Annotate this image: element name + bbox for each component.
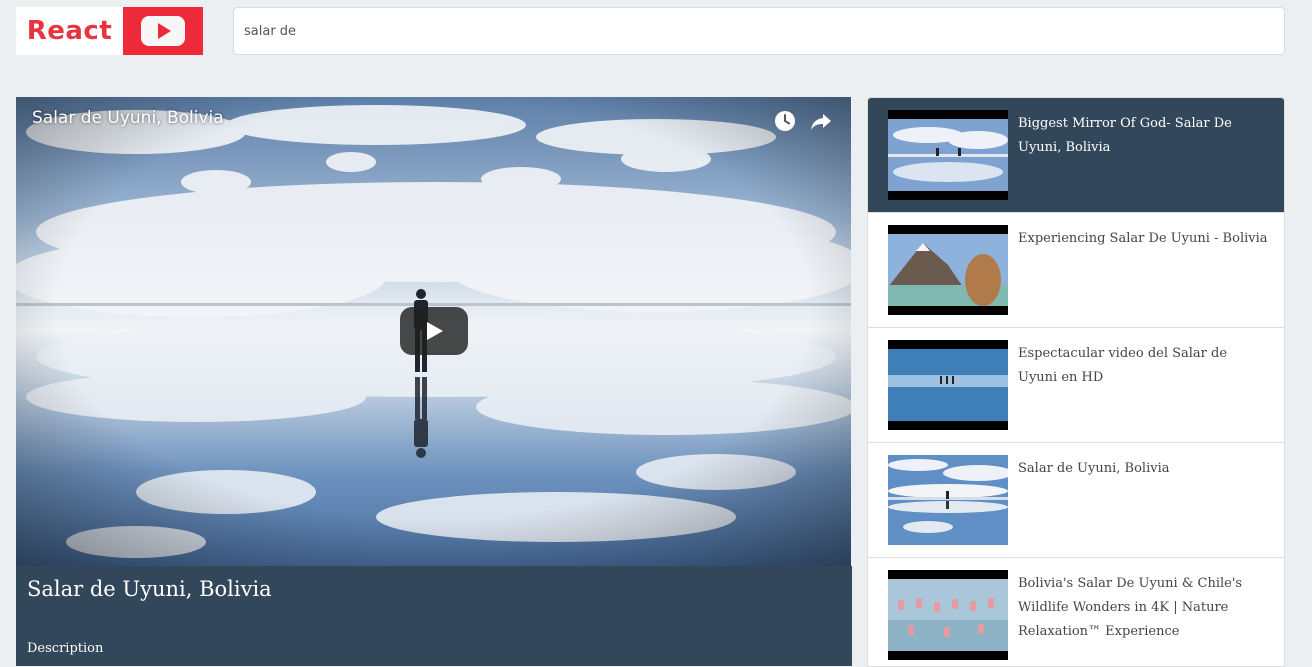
video-thumbnail [888,455,1008,545]
search-input[interactable] [233,7,1285,55]
player-overlay-title[interactable]: Salar de Uyuni, Bolivia [32,108,224,128]
play-logo-icon [141,16,185,46]
watch-later-icon[interactable] [772,108,798,134]
play-button[interactable] [400,307,468,355]
list-item[interactable]: Biggest Mirror Of God- Salar De Uyuni, B… [868,98,1284,213]
list-item[interactable]: Espectacular video del Salar de Uyuni en… [868,328,1284,443]
video-thumbnail [888,570,1008,660]
video-player[interactable]: Salar de Uyuni, Bolivia [16,97,851,566]
list-item[interactable]: Salar de Uyuni, Bolivia [868,443,1284,558]
video-thumbnail [888,110,1008,200]
list-item-title: Biggest Mirror Of God- Salar De Uyuni, B… [1018,116,1232,155]
list-item[interactable]: Bolivia's Salar De Uyuni & Chile's Wildl… [868,558,1284,666]
logo-text: React [26,16,113,46]
app-logo: React [16,7,203,55]
list-item-title: Bolivia's Salar De Uyuni & Chile's Wildl… [1018,576,1243,639]
logo-youtube-box [123,7,203,55]
list-item[interactable]: Experiencing Salar De Uyuni - Bolivia [868,213,1284,328]
video-list: Biggest Mirror Of God- Salar De Uyuni, B… [867,97,1285,667]
list-item-title: Espectacular video del Salar de Uyuni en… [1018,346,1228,385]
video-details: Salar de Uyuni, Bolivia Description [16,566,852,666]
video-thumbnail [888,340,1008,430]
list-item-title: Salar de Uyuni, Bolivia [1018,461,1170,476]
play-icon [427,322,443,340]
share-icon[interactable] [808,108,834,134]
list-item-title: Experiencing Salar De Uyuni - Bolivia [1018,231,1268,246]
video-thumbnail [888,225,1008,315]
video-title: Salar de Uyuni, Bolivia [27,577,272,601]
